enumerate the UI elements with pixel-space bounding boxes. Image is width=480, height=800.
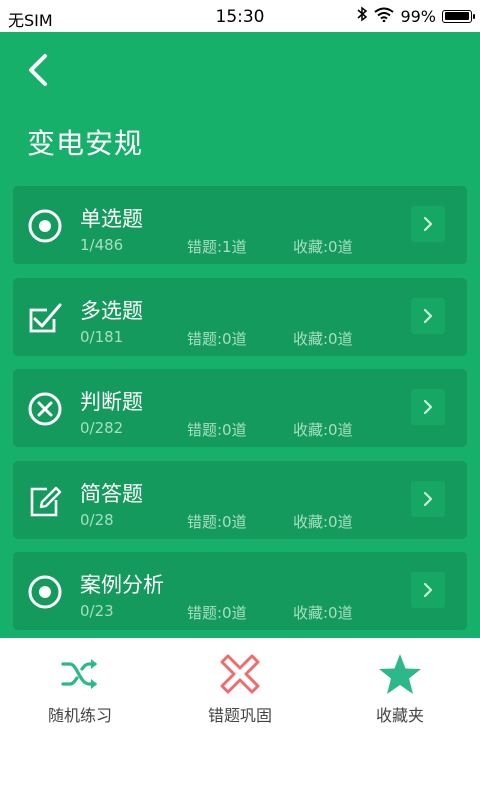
x-mark-icon (160, 652, 320, 696)
card-arrow[interactable] (411, 206, 445, 242)
edit-pencil-icon (27, 483, 63, 519)
page-title: 变电安规 (27, 127, 144, 160)
bottom-tab-bar: 随机练习 错题巩固 收藏夹 (0, 638, 480, 800)
card-single-choice[interactable]: 单选题 1/486 错题:1道 收藏:0道 (13, 186, 467, 264)
card-arrow[interactable] (411, 389, 445, 425)
card-title: 单选题 (80, 207, 143, 231)
card-favorite-count: 收藏:0道 (293, 238, 353, 256)
card-progress: 0/28 (80, 511, 114, 529)
tab-wrong-review[interactable]: 错题巩固 (160, 652, 320, 725)
wifi-icon (374, 7, 395, 26)
card-multiple-choice[interactable]: 多选题 0/181 错题:0道 收藏:0道 (13, 278, 467, 356)
battery-percent: 99% (400, 6, 436, 26)
card-arrow[interactable] (411, 481, 445, 517)
status-right-group: 99% (356, 6, 475, 26)
chevron-right-icon (423, 216, 433, 232)
chevron-left-icon (29, 54, 47, 86)
main-area: 变电安规 单选题 1/486 错题:1道 收藏:0道 多选题 0/181 错题:… (0, 32, 480, 638)
card-arrow[interactable] (411, 298, 445, 334)
bluetooth-icon (356, 6, 368, 26)
shuffle-icon (0, 652, 160, 696)
card-true-false[interactable]: 判断题 0/282 错题:0道 收藏:0道 (13, 369, 467, 447)
chevron-right-icon (423, 582, 433, 598)
card-favorite-count: 收藏:0道 (293, 604, 353, 622)
battery-fill (444, 12, 469, 20)
card-favorite-count: 收藏:0道 (293, 421, 353, 439)
card-favorite-count: 收藏:0道 (293, 330, 353, 348)
chevron-right-icon (423, 308, 433, 324)
card-title: 简答题 (80, 482, 143, 506)
radio-circle-icon (27, 208, 63, 244)
card-case-analysis[interactable]: 案例分析 0/23 错题:0道 收藏:0道 (13, 552, 467, 630)
checkbox-icon (27, 300, 63, 336)
radio-circle-icon (27, 574, 63, 610)
star-icon (320, 652, 480, 696)
tab-random-practice[interactable]: 随机练习 (0, 652, 160, 725)
back-button[interactable] (22, 52, 54, 88)
card-progress: 0/23 (80, 602, 114, 620)
card-short-answer[interactable]: 简答题 0/28 错题:0道 收藏:0道 (13, 461, 467, 539)
tab-label: 错题巩固 (207, 706, 272, 725)
circle-x-icon (27, 391, 63, 427)
card-arrow[interactable] (411, 572, 445, 608)
card-wrong-count: 错题:0道 (187, 513, 247, 531)
card-wrong-count: 错题:1道 (187, 238, 247, 256)
card-title: 案例分析 (80, 573, 164, 597)
card-wrong-count: 错题:0道 (187, 604, 247, 622)
card-wrong-count: 错题:0道 (187, 421, 247, 439)
card-title: 多选题 (80, 299, 143, 323)
card-favorite-count: 收藏:0道 (293, 513, 353, 531)
tab-label: 随机练习 (47, 706, 112, 725)
status-bar: 无SIM 15:30 99% (0, 0, 480, 32)
card-progress: 1/486 (80, 236, 124, 254)
card-title: 判断题 (80, 390, 143, 414)
chevron-right-icon (423, 491, 433, 507)
tab-label: 收藏夹 (375, 706, 424, 725)
card-wrong-count: 错题:0道 (187, 330, 247, 348)
chevron-right-icon (423, 399, 433, 415)
battery-icon (442, 9, 475, 23)
card-progress: 0/282 (80, 419, 124, 437)
tab-favorites[interactable]: 收藏夹 (320, 652, 480, 725)
card-progress: 0/181 (80, 328, 124, 346)
